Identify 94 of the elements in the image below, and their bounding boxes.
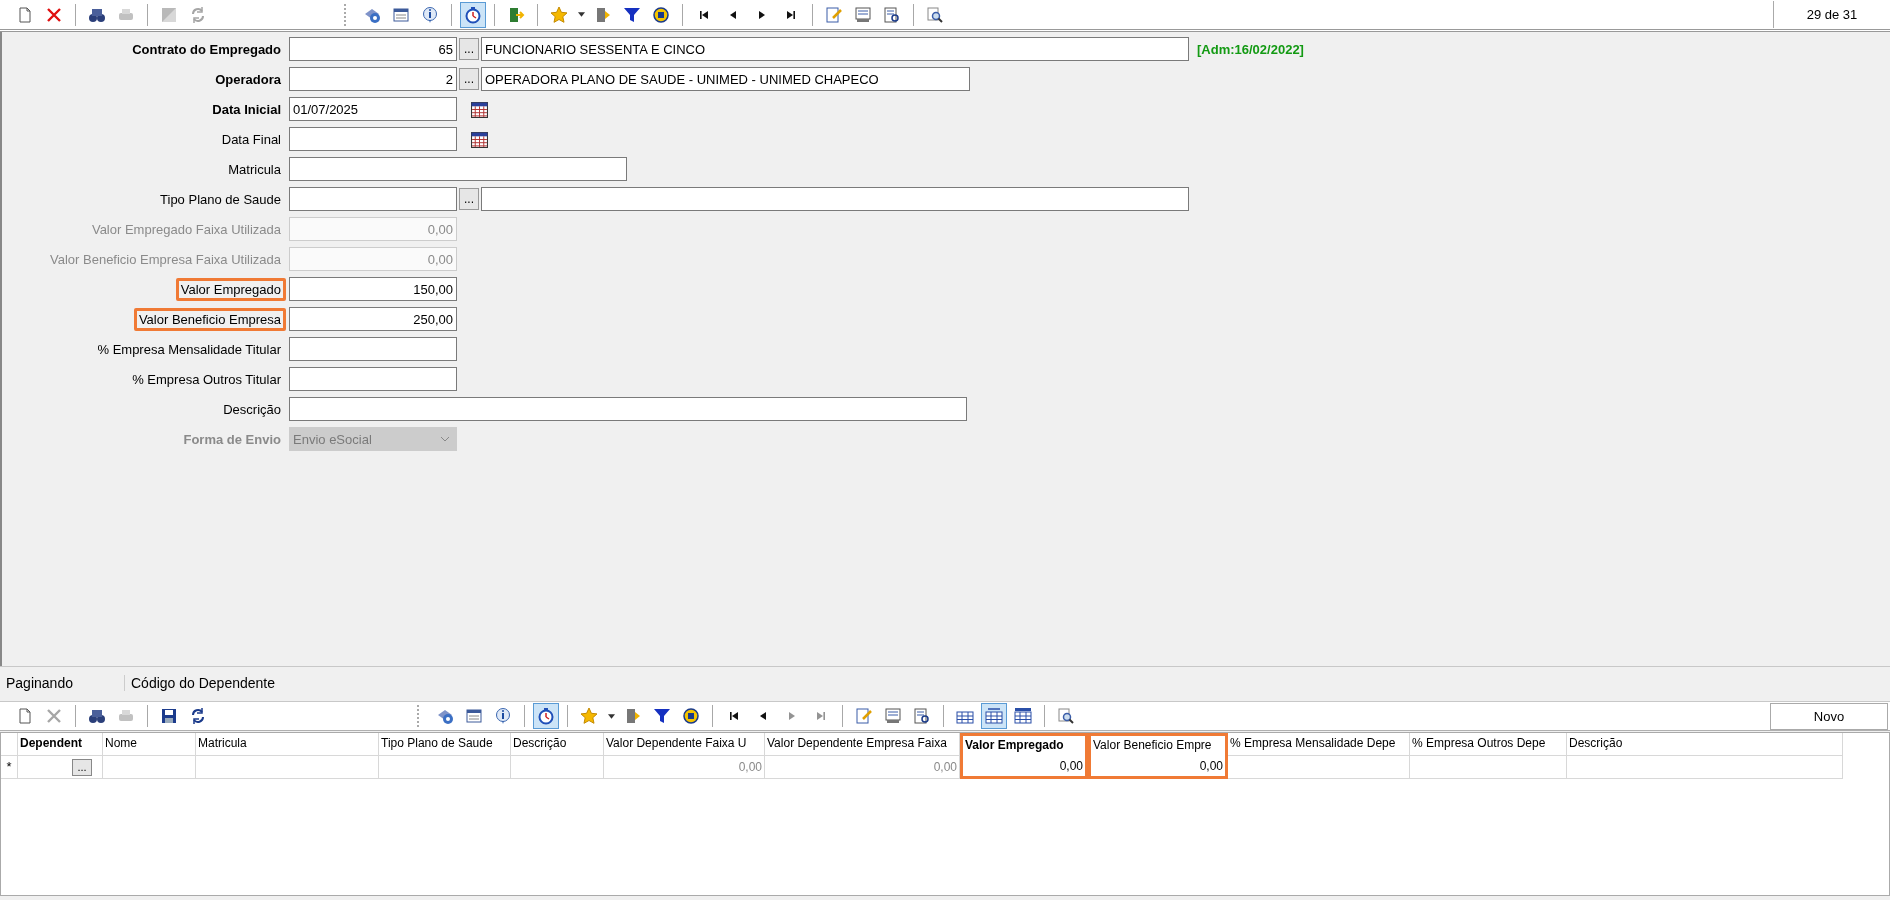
date-field[interactable] — [289, 127, 457, 151]
field-label: Valor Beneficio Empresa — [133, 307, 286, 331]
x-icon — [45, 707, 63, 725]
stopwatch-icon — [537, 707, 555, 725]
door-icon — [594, 5, 612, 24]
print-preview-icon — [913, 707, 931, 725]
column-header[interactable]: Nome — [103, 733, 196, 756]
table-cell: 0,00 — [765, 756, 960, 779]
table-cell: 0,00 — [960, 756, 1088, 779]
text-field[interactable] — [289, 397, 967, 421]
column-header[interactable]: Matricula — [196, 733, 379, 756]
binoculars-icon — [88, 707, 106, 725]
field-label: Contrato do Empregado — [131, 40, 282, 59]
field-label: Data Final — [220, 130, 282, 149]
zoom-icon — [926, 5, 944, 24]
filter-icon — [623, 5, 641, 24]
code-field[interactable]: 2 — [289, 67, 457, 91]
column-header[interactable]: % Empresa Mensalidade Depe — [1228, 733, 1410, 756]
field-label: % Empresa Outros Titular — [131, 370, 282, 389]
door-icon — [624, 707, 642, 725]
field-label: Valor Beneficio Empresa Faixa Utilizada — [49, 250, 282, 269]
corner-header — [1, 733, 18, 756]
lookup-button[interactable]: ... — [72, 758, 92, 776]
info-icon — [494, 707, 512, 725]
table-cell: 0,00 — [1088, 756, 1228, 779]
lookup-button[interactable]: ... — [459, 38, 479, 60]
field-label: Valor Empregado Faixa Utilizada — [90, 220, 282, 239]
field-label: Forma de Envio — [182, 430, 282, 449]
number-field[interactable] — [289, 367, 457, 391]
filter-icon — [653, 707, 671, 725]
name-field[interactable]: OPERADORA PLANO DE SAUDE - UNIMED - UNIMED CHAPECO — [481, 67, 970, 91]
record-counter: 29 de 31 — [1773, 1, 1890, 28]
zoom-icon — [1057, 707, 1075, 725]
grid-edit-icon — [985, 707, 1003, 725]
form-icon — [465, 707, 483, 725]
preview-icon — [854, 5, 872, 24]
number-field[interactable]: 150,00 — [289, 277, 457, 301]
column-header[interactable]: Descrição — [1567, 733, 1843, 756]
new-document-icon — [16, 707, 34, 725]
chevron-icon — [440, 436, 450, 442]
column-header[interactable]: Descrição — [511, 733, 604, 756]
number-field[interactable] — [289, 337, 457, 361]
admission-date-note: [Adm:16/02/2022] — [1197, 41, 1304, 57]
column-header[interactable]: Valor Beneficio Empre — [1088, 733, 1228, 756]
column-header[interactable]: Tipo Plano de Saude — [379, 733, 511, 756]
name-field[interactable]: FUNCIONARIO SESSENTA E CINCO — [481, 37, 1189, 61]
text-field[interactable] — [289, 157, 627, 181]
column-header[interactable]: Valor Empregado — [960, 733, 1088, 756]
column-header[interactable]: Dependent — [18, 733, 103, 756]
caret-icon — [607, 713, 615, 719]
field-label: Matricula — [227, 160, 282, 179]
column-header[interactable]: Valor Dependente Empresa Faixa — [765, 733, 960, 756]
code-field[interactable]: 65 — [289, 37, 457, 61]
refresh-icon — [189, 707, 207, 725]
table-cell: 0,00 — [604, 756, 765, 779]
exit-door-icon — [507, 5, 525, 24]
number-field[interactable]: 250,00 — [289, 307, 457, 331]
report-icon — [855, 707, 873, 725]
date-field[interactable]: 01/07/2025 — [289, 97, 457, 121]
save-icon — [160, 707, 178, 725]
stopwatch-button[interactable] — [460, 1, 486, 28]
preview-icon — [884, 707, 902, 725]
grid-rows-icon — [1014, 707, 1032, 725]
name-field[interactable] — [481, 187, 1189, 211]
code-field[interactable] — [289, 187, 457, 211]
grid-edit-button[interactable] — [981, 703, 1007, 729]
column-header[interactable]: Valor Dependente Faixa U — [604, 733, 765, 756]
column-header[interactable]: % Empresa Outros Depe — [1410, 733, 1567, 756]
field-label: Descrição — [222, 400, 282, 419]
x-icon — [45, 5, 63, 24]
calendar-icon[interactable] — [471, 100, 488, 118]
refresh-icon — [189, 5, 207, 24]
print-preview-icon — [883, 5, 901, 24]
field-label: Tipo Plano de Saude — [159, 190, 282, 209]
pane-header-label: Paginando — [0, 675, 125, 691]
lookup-button[interactable]: ... — [459, 68, 479, 90]
field-label: Valor Empregado — [175, 277, 286, 301]
field-label: % Empresa Mensalidade Titular — [96, 340, 282, 359]
caret-icon — [577, 12, 585, 17]
new-button[interactable]: Novo — [1770, 702, 1888, 730]
new-document-icon — [16, 5, 34, 24]
field-label: Data Inicial — [211, 100, 282, 119]
star-icon — [550, 5, 568, 24]
info-icon — [421, 5, 439, 24]
pane-header-label: Código do Dependente — [130, 675, 276, 691]
lookup-button[interactable]: ... — [459, 188, 479, 210]
field-label: Operadora — [214, 70, 282, 89]
report-icon — [825, 5, 843, 24]
edit-square-icon — [160, 5, 178, 24]
calendar-icon[interactable] — [471, 130, 488, 148]
star-icon — [580, 707, 598, 725]
stopwatch-button[interactable] — [533, 703, 559, 729]
form-icon — [392, 5, 410, 24]
stopwatch-icon — [464, 5, 482, 24]
